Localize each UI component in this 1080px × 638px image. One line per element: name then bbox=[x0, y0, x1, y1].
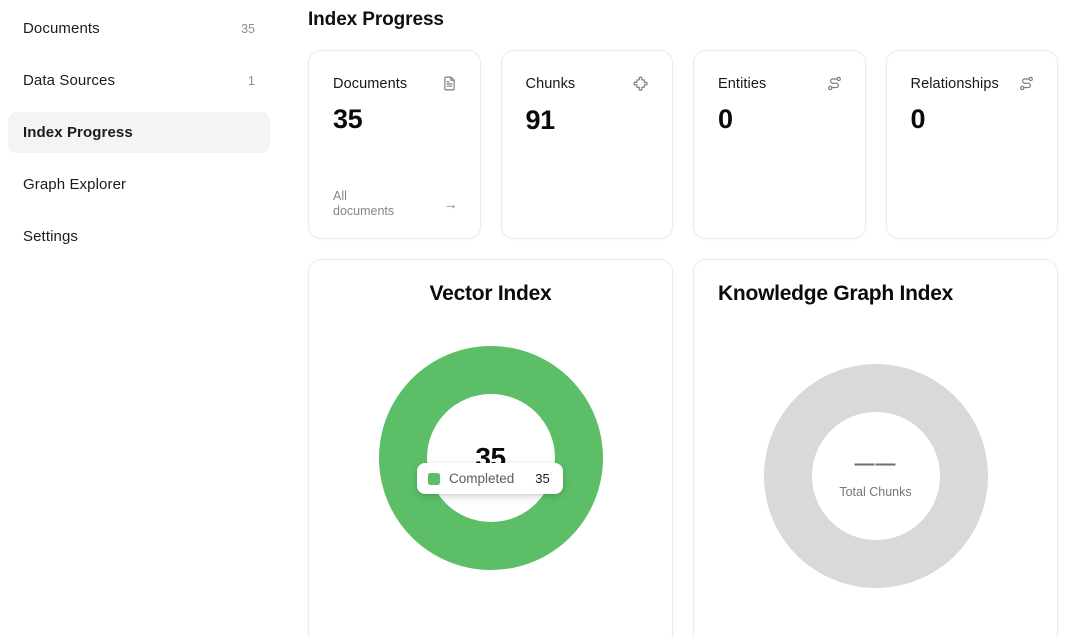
sidebar-item-settings[interactable]: Settings bbox=[8, 216, 270, 257]
stat-card-value: 0 bbox=[718, 106, 843, 133]
donut-center: 35 bbox=[427, 394, 555, 522]
tooltip-color-swatch bbox=[428, 473, 440, 485]
stat-card-header: Documents bbox=[333, 75, 458, 92]
stat-card-title: Entities bbox=[718, 76, 766, 92]
page-title: Index Progress bbox=[308, 9, 1058, 31]
index-progress-page: Documents 35 Data Sources 1 Index Progre… bbox=[0, 0, 1080, 638]
stat-card-title: Documents bbox=[333, 76, 407, 92]
sidebar-item-label: Settings bbox=[23, 228, 78, 245]
stat-card-chunks[interactable]: Chunks 91 bbox=[501, 50, 674, 239]
sidebar: Documents 35 Data Sources 1 Index Progre… bbox=[0, 0, 300, 638]
vector-index-title: Vector Index bbox=[333, 282, 648, 307]
stat-card-value: 91 bbox=[526, 107, 651, 134]
chart-tooltip: Completed 35 bbox=[417, 463, 563, 494]
tooltip-series-value: 35 bbox=[535, 471, 549, 486]
vector-index-donut-wrap: 35 bbox=[309, 346, 672, 570]
knowledge-graph-index-title: Knowledge Graph Index bbox=[718, 282, 1033, 307]
sidebar-item-graph-explorer[interactable]: Graph Explorer bbox=[8, 164, 270, 205]
vector-index-donut-chart[interactable]: 35 bbox=[379, 346, 603, 570]
stat-card-relationships[interactable]: Relationships 0 bbox=[886, 50, 1059, 239]
all-documents-label: All documents bbox=[333, 189, 403, 220]
stat-card-documents[interactable]: Documents 35 All documents → bbox=[308, 50, 481, 239]
stat-card-entities[interactable]: Entities 0 bbox=[693, 50, 866, 239]
sidebar-item-index-progress[interactable]: Index Progress bbox=[8, 112, 270, 153]
document-icon bbox=[441, 75, 458, 92]
sidebar-item-count: 1 bbox=[248, 74, 255, 88]
stat-card-header: Chunks bbox=[526, 75, 651, 93]
vector-index-card: Vector Index 35 Completed 35 bbox=[308, 259, 673, 638]
chart-cards-row: Vector Index 35 Completed 35 Knowledge G… bbox=[308, 259, 1058, 638]
donut-center: —— Total Chunks bbox=[812, 412, 940, 540]
sidebar-item-count: 35 bbox=[241, 22, 255, 36]
donut-center-value: —— bbox=[855, 454, 897, 474]
main-content: Index Progress Documents 35 bbox=[300, 0, 1080, 638]
stat-card-header: Entities bbox=[718, 75, 843, 92]
sidebar-item-label: Index Progress bbox=[23, 124, 133, 141]
stat-card-title: Relationships bbox=[911, 76, 999, 92]
sidebar-item-label: Documents bbox=[23, 20, 100, 37]
stat-cards-row: Documents 35 All documents → bbox=[308, 50, 1058, 239]
knowledge-graph-donut-chart[interactable]: —— Total Chunks bbox=[764, 364, 988, 588]
all-documents-link[interactable]: All documents → bbox=[333, 189, 458, 220]
stat-card-title: Chunks bbox=[526, 76, 576, 92]
sidebar-item-label: Data Sources bbox=[23, 72, 115, 89]
sidebar-item-label: Graph Explorer bbox=[23, 176, 126, 193]
kg-index-donut-wrap: —— Total Chunks bbox=[694, 364, 1057, 588]
graph-nodes-icon bbox=[826, 75, 843, 92]
arrow-right-icon: → bbox=[444, 197, 458, 211]
sidebar-item-documents[interactable]: Documents 35 bbox=[8, 8, 270, 49]
sidebar-item-data-sources[interactable]: Data Sources 1 bbox=[8, 60, 270, 101]
tooltip-series-label: Completed bbox=[449, 471, 514, 486]
stat-card-header: Relationships bbox=[911, 75, 1036, 92]
stat-card-value: 0 bbox=[911, 106, 1036, 133]
knowledge-graph-index-card: Knowledge Graph Index —— Total Chunks bbox=[693, 259, 1058, 638]
donut-center-label: Total Chunks bbox=[839, 485, 911, 499]
puzzle-piece-icon bbox=[632, 75, 650, 93]
stat-card-value: 35 bbox=[333, 106, 458, 133]
graph-nodes-icon bbox=[1018, 75, 1035, 92]
